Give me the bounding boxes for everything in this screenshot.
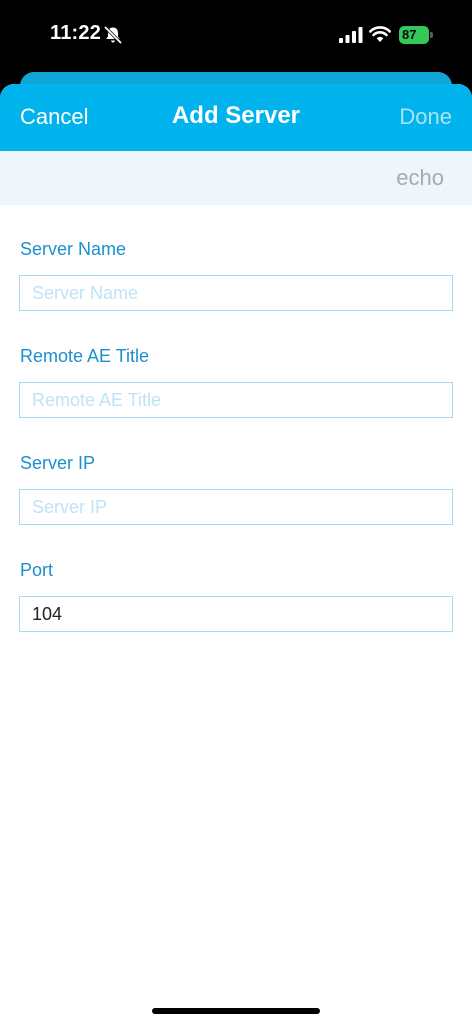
status-time: 11:22 xyxy=(50,22,102,44)
port-input[interactable] xyxy=(19,596,453,632)
port-label: Port xyxy=(20,560,54,580)
server-name-input[interactable] xyxy=(19,275,453,311)
echo-toolbar: echo xyxy=(0,151,472,205)
battery-nub xyxy=(430,32,433,38)
server-ip-label: Server IP xyxy=(20,453,96,473)
server-name-label: Server Name xyxy=(20,239,127,259)
battery-level: 87 xyxy=(399,26,429,44)
cellular-signal-icon xyxy=(339,27,363,43)
cancel-button[interactable]: Cancel xyxy=(20,104,88,130)
navigation-bar: Cancel Add Server Done xyxy=(0,84,472,151)
echo-button[interactable]: echo xyxy=(396,165,444,191)
wifi-icon xyxy=(369,26,391,42)
bell-slash-icon xyxy=(104,26,122,44)
remote-ae-title-input[interactable] xyxy=(19,382,453,418)
home-indicator xyxy=(152,1008,320,1014)
battery-icon: 87 xyxy=(399,26,433,44)
add-server-sheet: Cancel Add Server Done echo Server Name … xyxy=(0,84,472,1024)
remote-ae-title-label: Remote AE Title xyxy=(20,346,150,366)
done-button[interactable]: Done xyxy=(399,104,452,130)
server-ip-input[interactable] xyxy=(19,489,453,525)
status-bar: 11:22 87 xyxy=(0,0,472,72)
